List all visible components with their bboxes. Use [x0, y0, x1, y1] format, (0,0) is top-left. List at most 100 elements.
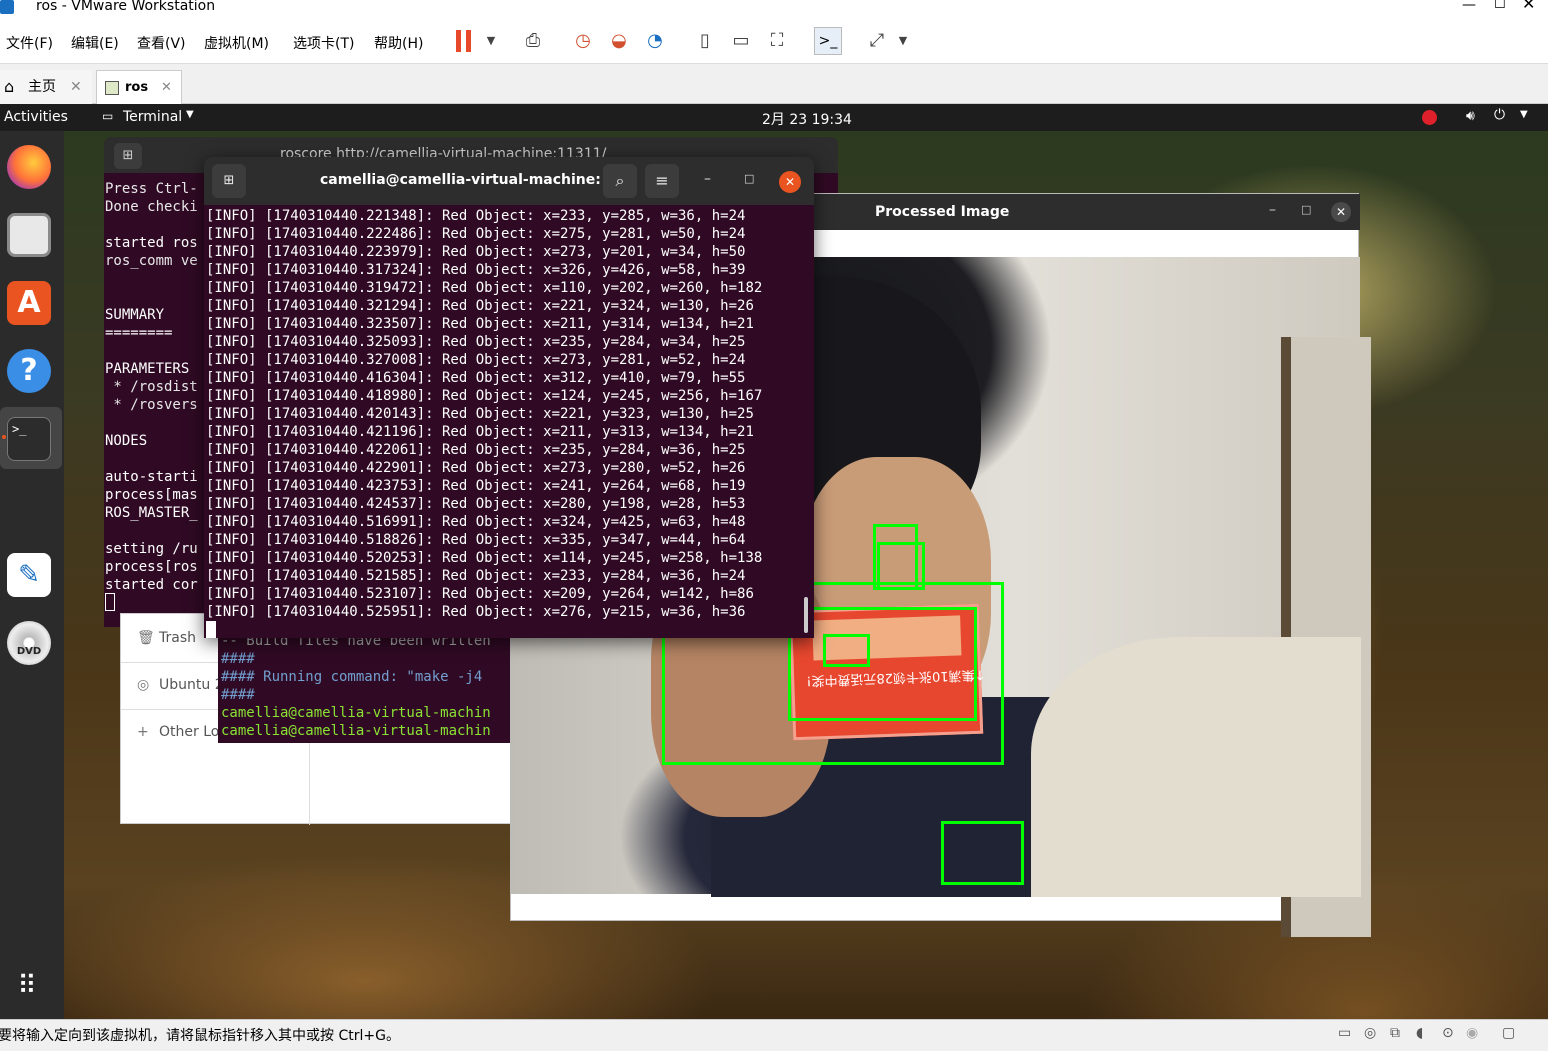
close-icon[interactable]: ✕: [779, 171, 801, 193]
app-menu-terminal[interactable]: Terminal: [123, 109, 182, 125]
maximize-icon[interactable]: □: [744, 172, 754, 185]
terminal-app-icon: ▭: [102, 109, 114, 123]
help-icon[interactable]: ?: [7, 349, 51, 393]
tf-line: [INFO] [1740310440.525951]: Red Object: …: [206, 604, 746, 620]
clock[interactable]: 2月 23 19:34: [762, 109, 852, 129]
menu-help[interactable]: 帮助(H): [374, 33, 423, 53]
running-indicator: [2, 435, 6, 439]
fullscreen-icon[interactable]: ⛶: [764, 28, 790, 54]
tb-line: ========: [105, 325, 173, 341]
disk-icon: ◎: [137, 677, 150, 693]
tb-line: * /rosdist: [105, 379, 198, 395]
terminal-main-title: camellia@camellia-virtual-machine: ~: [320, 172, 618, 188]
terminal-build-output: -- Build files have been written #### ####…: [221, 632, 491, 740]
vmware-logo-icon: [0, 0, 14, 14]
thumbnail-bar-icon[interactable]: ▭: [728, 28, 754, 54]
tab-home[interactable]: ⌂ 主页 ✕: [0, 70, 92, 104]
menu-view[interactable]: 查看(V): [137, 33, 186, 53]
snapshot-icon[interactable]: ◷: [570, 28, 596, 54]
tab-close-icon[interactable]: ✕: [70, 70, 82, 104]
maximize-icon[interactable]: ☐: [1494, 0, 1506, 12]
vmware-tab-bar: ⌂ 主页 ✕ ros ✕: [0, 64, 1548, 104]
usb-icon[interactable]: ⊙: [1442, 1025, 1454, 1041]
tb-line: [105, 342, 198, 360]
cd-icon[interactable]: ◎: [1364, 1025, 1376, 1041]
tf-line: [INFO] [1740310440.422061]: Red Object: …: [206, 442, 746, 458]
dvd-icon[interactable]: DVD: [7, 621, 51, 665]
minimize-icon[interactable]: —: [1462, 0, 1476, 12]
menu-edit[interactable]: 编辑(E): [71, 33, 119, 53]
terminal-build-window[interactable]: -- Build files have been written #### ####…: [218, 631, 518, 743]
tf-line: [INFO] [1740310440.319472]: Red Object: …: [206, 280, 763, 296]
vmware-title-bar: ros - VMware Workstation — ☐ ✕: [0, 0, 1548, 18]
terminal-cursor: [206, 621, 216, 638]
console-view-icon[interactable]: >_: [814, 27, 842, 55]
close-icon[interactable]: ✕: [1522, 0, 1535, 12]
message-icon[interactable]: ▢: [1502, 1025, 1515, 1041]
do-not-disturb-icon[interactable]: [1422, 110, 1437, 125]
minimize-icon[interactable]: –: [1269, 202, 1276, 218]
text-editor-icon[interactable]: ✎: [7, 553, 51, 597]
new-tab-icon[interactable]: ⊞: [114, 143, 142, 169]
menu-tabs[interactable]: 选项卡(T): [293, 33, 354, 53]
terminal-icon[interactable]: >_: [7, 417, 51, 461]
tb-line: setting /ru: [105, 541, 198, 557]
tab-ros-label: ros: [125, 80, 149, 95]
menu-vm[interactable]: 虚拟机(M): [204, 33, 269, 53]
home-icon: ⌂: [4, 77, 15, 96]
stretch-dropdown-icon[interactable]: ▼: [890, 28, 916, 54]
software-center-icon[interactable]: A: [7, 281, 51, 325]
bluetooth-icon[interactable]: ◉: [1466, 1025, 1478, 1041]
files-icon[interactable]: [7, 213, 51, 257]
tb-line: PARAMETERS: [105, 361, 190, 377]
terminal-main-header[interactable]: ⊞ camellia@camellia-virtual-machine: ~ ⌕…: [204, 157, 814, 205]
snapshot-manager-icon[interactable]: ◔: [642, 28, 668, 54]
system-menu-arrow-icon[interactable]: ▼: [1520, 109, 1528, 120]
window-title: ros - VMware Workstation: [36, 0, 216, 14]
maximize-icon[interactable]: □: [1301, 203, 1311, 216]
terminal-main-window[interactable]: ⊞ camellia@camellia-virtual-machine: ~ ⌕…: [204, 157, 814, 638]
minimize-icon[interactable]: –: [704, 171, 711, 187]
pause-dropdown-icon[interactable]: ▼: [478, 28, 504, 54]
tf-line: [INFO] [1740310440.321294]: Red Object: …: [206, 298, 754, 314]
tf-line: [INFO] [1740310440.420143]: Red Object: …: [206, 406, 754, 422]
vmware-menubar: 文件(F) 编辑(E) 查看(V) 虚拟机(M) 选项卡(T) 帮助(H) ▼ …: [0, 18, 1548, 64]
stretch-icon[interactable]: ⤢: [864, 28, 890, 54]
plus-icon: +: [137, 724, 149, 740]
tab-close-icon[interactable]: ✕: [161, 71, 172, 105]
hdd-icon[interactable]: ▭: [1338, 1025, 1351, 1041]
tb-line: ROS_MASTER_: [105, 505, 198, 521]
network-icon[interactable]: ⧉: [1390, 1025, 1400, 1041]
tm-line: camellia@camellia-virtual-machin: [221, 723, 491, 739]
tf-line: [INFO] [1740310440.221348]: Red Object: …: [206, 208, 746, 224]
scrollbar-thumb[interactable]: [804, 597, 808, 633]
pause-icon[interactable]: [456, 30, 461, 52]
tf-line: [INFO] [1740310440.317324]: Red Object: …: [206, 262, 746, 278]
firefox-icon[interactable]: [7, 145, 51, 189]
menu-file[interactable]: 文件(F): [6, 33, 53, 53]
ubuntu-dock: A ? >_ ✎ DVD ⠿: [0, 131, 64, 1019]
tb-line: auto-starti: [105, 469, 198, 485]
pause-icon-bar: [466, 30, 471, 52]
tf-line: [INFO] [1740310440.523107]: Red Object: …: [206, 586, 754, 602]
search-icon[interactable]: ⌕: [603, 164, 637, 198]
power-icon[interactable]: ⏻: [1494, 107, 1505, 123]
hamburger-menu-icon[interactable]: ≡: [645, 164, 679, 198]
detection-box: [822, 633, 871, 668]
show-apps-icon[interactable]: ⠿: [10, 969, 44, 1003]
close-icon[interactable]: ✕: [1331, 202, 1351, 222]
audio-icon[interactable]: ◖: [1416, 1025, 1423, 1041]
activities-button[interactable]: Activities: [4, 109, 68, 125]
send-keys-icon[interactable]: ⎙: [520, 28, 546, 54]
sidebar-toggle-icon[interactable]: ▯: [692, 28, 718, 54]
revert-snapshot-icon[interactable]: ◒: [606, 28, 632, 54]
tb-line: * /rosvers: [105, 397, 198, 413]
tab-home-label: 主页: [28, 79, 56, 95]
tb-line: Press Ctrl-: [105, 181, 198, 197]
tf-line: [INFO] [1740310440.222486]: Red Object: …: [206, 226, 746, 242]
volume-icon[interactable]: 🔊︎: [1466, 108, 1475, 124]
tb-line: [105, 414, 198, 432]
tb-line: ros_comm ve: [105, 253, 198, 269]
new-tab-icon[interactable]: ⊞: [212, 164, 246, 198]
tab-ros[interactable]: ros ✕: [96, 70, 182, 104]
